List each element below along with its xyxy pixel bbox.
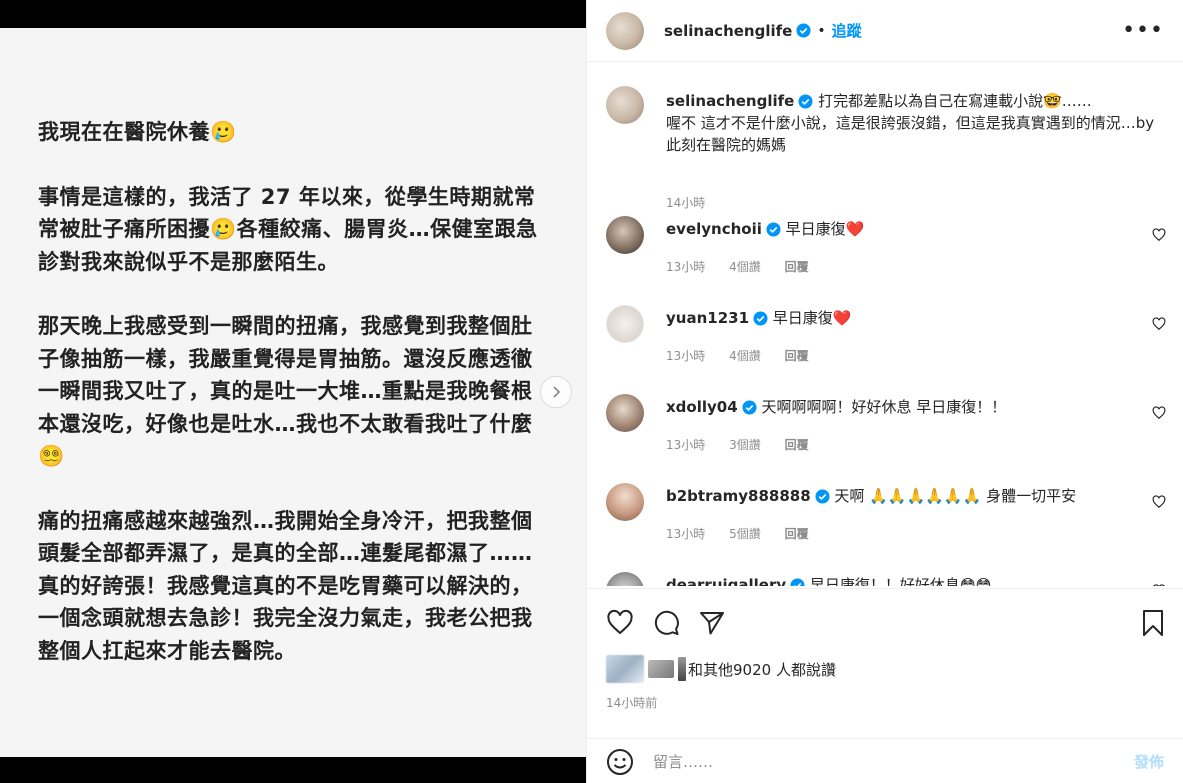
share-send-icon[interactable]: [698, 609, 726, 637]
comment-text: 天啊: [834, 487, 865, 505]
comment-input[interactable]: [653, 749, 1103, 775]
verified-badge-icon: [742, 400, 757, 415]
reply-button[interactable]: 回覆: [785, 260, 809, 274]
comment-meta: 13小時 5個讚 回覆: [666, 525, 829, 542]
avatar[interactable]: [606, 216, 644, 254]
comment-time[interactable]: 13小時: [666, 260, 705, 274]
reply-button[interactable]: 回覆: [785, 438, 809, 452]
post-media-panel: 我現在在醫院休養🥲 事情是這樣的，我活了 27 年以來，從學生時期就常常被肚子痛…: [0, 0, 586, 783]
next-image-button[interactable]: [540, 376, 572, 408]
caption-username[interactable]: selinachenglife: [666, 92, 794, 110]
like-comment-heart-icon[interactable]: [1152, 406, 1166, 420]
caption-time[interactable]: 14小時: [666, 194, 705, 211]
comment-item: yuan1231 早日康復❤️ 13小時 4個讚 回覆: [606, 305, 1166, 385]
separator-dot: •: [817, 22, 826, 39]
avatar[interactable]: [606, 483, 644, 521]
more-options-button[interactable]: •••: [1122, 18, 1164, 43]
chevron-right-icon: [553, 386, 561, 398]
reply-button[interactable]: 回覆: [785, 527, 809, 541]
like-comment-heart-icon[interactable]: [1152, 495, 1166, 509]
comment-username[interactable]: dearruigallery: [666, 576, 786, 586]
comment-emoji: 🙏🙏🙏🙏🙏🙏: [869, 487, 982, 505]
action-icons: [606, 609, 726, 637]
comment-username[interactable]: evelynchoii: [666, 220, 762, 238]
liker-avatar: [606, 655, 644, 683]
verified-badge-icon: [815, 489, 830, 504]
comment-text: 天啊啊啊啊！好好休息 早日康復！！: [761, 398, 1007, 416]
comment-item: b2btramy888888 天啊 🙏🙏🙏🙏🙏🙏 身體一切平安 13小時 5個讚…: [606, 483, 1166, 563]
post-image: 我現在在醫院休養🥲 事情是這樣的，我活了 27 年以來，從學生時期就常常被肚子痛…: [0, 28, 586, 757]
bookmark-save-icon[interactable]: [1140, 609, 1166, 637]
emoji-smiley-icon[interactable]: [606, 748, 634, 776]
comment-likes[interactable]: 4個讚: [729, 349, 761, 363]
comment-item: evelynchoii 早日康復❤️ 13小時 4個讚 回覆: [606, 216, 1166, 296]
comment-username[interactable]: b2btramy888888: [666, 487, 811, 505]
likes-summary[interactable]: 和其他9020 人都說讚: [606, 655, 836, 683]
verified-badge-icon: [796, 23, 811, 38]
comment-line: dearruigallery 早日康復！！好好休息😳😳: [666, 574, 991, 586]
post-image-paragraph: 我現在在醫院休養🥲: [38, 120, 237, 144]
like-comment-heart-icon[interactable]: [1152, 228, 1166, 242]
comment-likes[interactable]: 4個讚: [729, 260, 761, 274]
liker-avatar: [648, 660, 674, 678]
header-username[interactable]: selinachenglife: [664, 22, 792, 40]
letterbox-bottom: [0, 757, 586, 783]
comment-emoji: ❤️: [832, 309, 852, 327]
comment-line: xdolly04 天啊啊啊啊！好好休息 早日康復！！: [666, 396, 1006, 418]
post-header: selinachenglife • 追蹤 •••: [587, 0, 1183, 62]
comment-line: b2btramy888888 天啊 🙏🙏🙏🙏🙏🙏 身體一切平安: [666, 485, 1076, 507]
post-image-paragraph: 痛的扭痛感越來越強烈…我開始全身冷汗，把我整個頭髮全部都弄濕了，是真的全部…連髮…: [38, 508, 533, 663]
post-image-text: 我現在在醫院休養🥲 事情是這樣的，我活了 27 年以來，從學生時期就常常被肚子痛…: [38, 116, 553, 699]
avatar[interactable]: [606, 394, 644, 432]
like-comment-heart-icon[interactable]: [1152, 584, 1166, 586]
comment-time[interactable]: 13小時: [666, 438, 705, 452]
post-details-panel: selinachenglife • 追蹤 ••• selinachenglife…: [586, 0, 1183, 783]
comment-username[interactable]: yuan1231: [666, 309, 749, 327]
comment-time[interactable]: 13小時: [666, 527, 705, 541]
comment-time[interactable]: 13小時: [666, 349, 705, 363]
comments-list[interactable]: selinachenglife 打完都差點以為自己在寫連載小說🤓…… 喔不 這才…: [587, 62, 1183, 586]
comment-line: evelynchoii 早日康復❤️: [666, 218, 864, 240]
avatar[interactable]: [606, 86, 644, 124]
liker-avatar: [678, 657, 686, 681]
post-comment-button[interactable]: 發佈: [1134, 751, 1164, 772]
comment-meta: 13小時 4個讚 回覆: [666, 347, 829, 364]
post-timestamp[interactable]: 14小時前: [606, 694, 657, 711]
comment-likes[interactable]: 3個讚: [729, 438, 761, 452]
like-heart-icon[interactable]: [606, 609, 634, 637]
avatar[interactable]: [606, 305, 644, 343]
verified-badge-icon: [766, 222, 781, 237]
comment-item: xdolly04 天啊啊啊啊！好好休息 早日康復！！ 13小時 3個讚 回覆: [606, 394, 1166, 474]
post-actions: 和其他9020 人都說讚 14小時前: [587, 588, 1183, 738]
follow-button[interactable]: 追蹤: [832, 20, 862, 41]
likes-count-text[interactable]: 和其他9020 人都說讚: [688, 659, 836, 680]
comment-bubble-icon[interactable]: [652, 609, 680, 637]
comment-composer: 發佈: [587, 738, 1183, 783]
comment-emoji: 😳😳: [959, 576, 992, 586]
avatar[interactable]: [606, 572, 644, 586]
comment-emoji: ❤️: [845, 220, 865, 238]
comment-likes[interactable]: 5個讚: [729, 527, 761, 541]
post-image-paragraph: 事情是這樣的，我活了 27 年以來，從學生時期就常常被肚子痛所困擾🥲各種絞痛、腸…: [38, 184, 538, 274]
comment-text: 早日康復: [785, 220, 846, 238]
verified-badge-icon: [798, 94, 813, 109]
comment-username[interactable]: xdolly04: [666, 398, 738, 416]
letterbox-top: [0, 0, 586, 28]
like-comment-heart-icon[interactable]: [1152, 317, 1166, 331]
reply-button[interactable]: 回覆: [785, 349, 809, 363]
caption-body: selinachenglife 打完都差點以為自己在寫連載小說🤓…… 喔不 這才…: [666, 90, 1156, 156]
comment-text: 早日康復: [772, 309, 833, 327]
avatar[interactable]: [606, 11, 644, 50]
comment-meta: 13小時 4個讚 回覆: [666, 258, 829, 275]
comment-text: 早日康復！！好好休息: [809, 576, 960, 586]
comment-item: dearruigallery 早日康復！！好好休息😳😳: [606, 572, 1166, 586]
post-image-paragraph: 那天晚上我感受到一瞬間的扭痛，我感覺到我整個肚子像抽筋一樣，我嚴重覺得是胃抽筋。…: [38, 314, 533, 468]
comment-line: yuan1231 早日康復❤️: [666, 307, 852, 329]
verified-badge-icon: [790, 578, 805, 586]
verified-badge-icon: [753, 311, 768, 326]
comment-meta: 13小時 3個讚 回覆: [666, 436, 829, 453]
comment-text-2: 身體一切平安: [986, 487, 1077, 505]
